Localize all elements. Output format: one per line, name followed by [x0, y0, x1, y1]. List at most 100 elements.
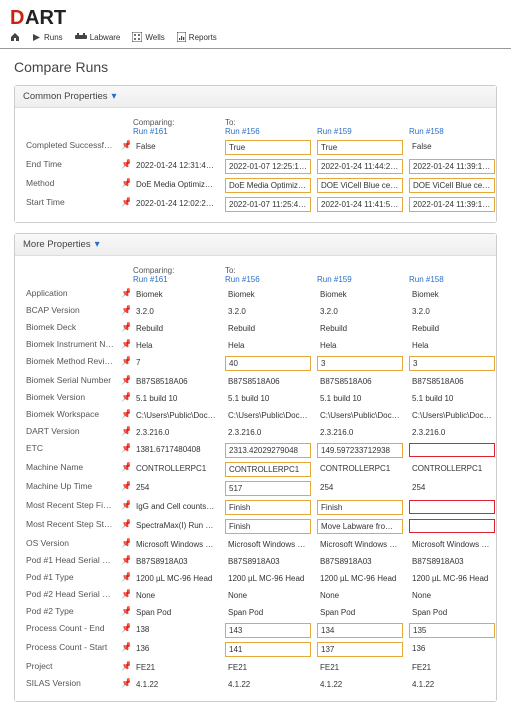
prop-value: 5.1 build 10 [409, 392, 495, 405]
prop-value: IgG and Cell counts at 0hrs [133, 500, 219, 513]
pin-icon[interactable]: 📌 [121, 555, 130, 565]
prop-value: None [133, 589, 219, 602]
pin-icon[interactable]: 📌 [121, 519, 130, 529]
logo: D ART [0, 0, 511, 30]
prop-value: DoE Media OptimizationValita [133, 178, 219, 191]
prop-value: Rebuild [409, 322, 495, 335]
prop-value: 1200 µL MC-96 Head [133, 572, 219, 585]
pin-icon[interactable]: 📌 [121, 178, 130, 188]
run-link[interactable]: Run #159 [317, 275, 403, 284]
pin-icon[interactable]: 📌 [121, 305, 130, 315]
pin-icon[interactable]: 📌 [121, 392, 130, 402]
prop-value [409, 519, 495, 533]
prop-value: 4.1.22 [225, 678, 311, 691]
run-link[interactable]: Run #158 [409, 127, 495, 136]
hdr-comparing: Comparing: [133, 266, 219, 275]
pin-icon[interactable]: 📌 [121, 642, 130, 652]
nav-wells-label: Wells [145, 33, 164, 42]
prop-value: 2.3.216.0 [133, 426, 219, 439]
prop-value: 149.597233712938 [317, 443, 403, 458]
section-more-header[interactable]: More Properties ▾ [15, 234, 496, 256]
prop-value: CONTROLLERPC1 [409, 462, 495, 475]
prop-value: 4.1.22 [317, 678, 403, 691]
section-common-header[interactable]: Common Properties ▾ [15, 86, 496, 108]
prop-value: SpectraMax(I) Run a predefined [133, 519, 219, 532]
prop-value: B87S8918A03 [225, 555, 311, 568]
prop-value: 143 [225, 623, 311, 638]
pin-icon[interactable]: 📌 [121, 339, 130, 349]
prop-value: None [409, 589, 495, 602]
pin-icon[interactable]: 📌 [121, 623, 130, 633]
prop-value: Rebuild [225, 322, 311, 335]
prop-value: B87S8918A03 [317, 555, 403, 568]
nav-bar: Runs Labware Wells Reports [0, 30, 511, 49]
prop-value: True [225, 140, 311, 155]
pin-icon[interactable]: 📌 [121, 159, 130, 169]
pin-icon[interactable]: 📌 [121, 589, 130, 599]
prop-value: FE21 [317, 661, 403, 674]
pin-icon[interactable]: 📌 [121, 375, 130, 385]
nav-reports[interactable]: Reports [177, 32, 217, 42]
prop-value: 2022-01-07 12:25:19.803 [225, 159, 311, 174]
prop-value: DOE ViCell Blue cell haverst [409, 178, 495, 193]
prop-value: 3.2.0 [133, 305, 219, 318]
prop-label: Most Recent Step Finished [23, 498, 118, 517]
prop-label: Biomek Deck [23, 320, 118, 337]
run-link[interactable]: Run #161 [133, 275, 219, 284]
pin-icon[interactable]: 📌 [121, 678, 130, 688]
nav-labware-label: Labware [90, 33, 121, 42]
pin-icon[interactable]: 📌 [121, 572, 130, 582]
pin-icon[interactable]: 📌 [121, 443, 130, 453]
pin-icon[interactable]: 📌 [121, 481, 130, 491]
nav-wells[interactable]: Wells [132, 32, 164, 42]
prop-value: 2022-01-24 11:39:18.798 [409, 159, 495, 174]
pin-icon[interactable]: 📌 [121, 462, 130, 472]
run-link[interactable]: Run #161 [133, 127, 219, 136]
prop-value: 3 [409, 356, 495, 371]
svg-text:ART: ART [25, 7, 66, 28]
nav-labware[interactable]: Labware [75, 33, 121, 42]
prop-value: Span Pod [225, 606, 311, 619]
prop-value: Span Pod [409, 606, 495, 619]
prop-label: ETC [23, 441, 118, 460]
prop-value: B87S8518A06 [317, 375, 403, 388]
pin-icon[interactable]: 📌 [121, 661, 130, 671]
pin-icon[interactable]: 📌 [121, 197, 130, 207]
run-link[interactable]: Run #158 [409, 275, 495, 284]
pin-icon[interactable]: 📌 [121, 606, 130, 616]
run-link[interactable]: Run #156 [225, 127, 311, 136]
prop-label: Pod #1 Type [23, 570, 118, 587]
page-title: Compare Runs [14, 59, 497, 75]
pin-icon[interactable]: 📌 [121, 356, 130, 366]
svg-text:D: D [10, 7, 24, 28]
run-link[interactable]: Run #159 [317, 127, 403, 136]
prop-value: 5.1 build 10 [133, 392, 219, 405]
run-link[interactable]: Run #156 [225, 275, 311, 284]
prop-value: FE21 [133, 661, 219, 674]
wells-icon [132, 32, 142, 42]
section-common-title: Common Properties [23, 91, 107, 102]
nav-home[interactable] [10, 32, 20, 42]
pin-icon[interactable]: 📌 [121, 538, 130, 548]
nav-runs[interactable]: Runs [32, 33, 63, 42]
prop-value: 4.1.22 [409, 678, 495, 691]
pin-icon[interactable]: 📌 [121, 426, 130, 436]
pin-icon[interactable]: 📌 [121, 140, 130, 150]
prop-value: 254 [317, 481, 403, 494]
hdr-comparing: Comparing: [133, 118, 219, 127]
pin-icon[interactable]: 📌 [121, 500, 130, 510]
prop-value [409, 443, 495, 457]
prop-value: 254 [133, 481, 219, 494]
prop-value: Finish [317, 500, 403, 515]
prop-value: 134 [317, 623, 403, 638]
prop-label: Start Time [23, 195, 118, 214]
prop-value: 2022-01-24 11:41:55.499 [317, 197, 403, 212]
pin-icon[interactable]: 📌 [121, 288, 130, 298]
more-table: Comparing:Run #161To:Run #156 Run #159 R… [23, 264, 498, 693]
prop-value: 1381.6717480408 [133, 443, 219, 456]
prop-value: 4.1.22 [133, 678, 219, 691]
prop-label: Biomek Method Revision [23, 354, 118, 373]
pin-icon[interactable]: 📌 [121, 322, 130, 332]
pin-icon[interactable]: 📌 [121, 409, 130, 419]
prop-value: 5.1 build 10 [225, 392, 311, 405]
